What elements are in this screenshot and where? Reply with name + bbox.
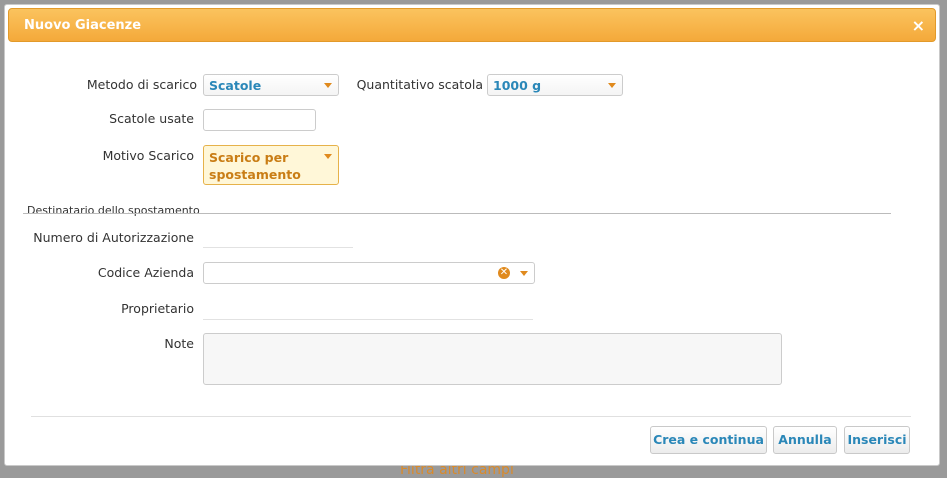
motivo-scarico-label: Motivo Scarico bbox=[102, 148, 194, 163]
scatole-usate-input[interactable] bbox=[203, 109, 316, 131]
note-label: Note bbox=[164, 336, 194, 351]
chevron-down-icon bbox=[324, 83, 332, 88]
metodo-scarico-select[interactable]: Scatole bbox=[203, 74, 339, 96]
chevron-down-icon bbox=[608, 83, 616, 88]
dialog-titlebar: Nuovo Giacenze × bbox=[8, 8, 936, 42]
numero-autorizzazione-field bbox=[203, 247, 353, 248]
chevron-down-icon bbox=[520, 271, 528, 276]
close-icon[interactable]: × bbox=[912, 16, 925, 35]
quantitativo-scatola-label: Quantitativo scatola bbox=[356, 77, 483, 92]
motivo-scarico-value: Scarico per spostamento bbox=[209, 150, 301, 182]
section-divider bbox=[23, 213, 891, 214]
dialog-title: Nuovo Giacenze bbox=[24, 18, 142, 33]
codice-azienda-select[interactable]: ✕ bbox=[203, 262, 535, 284]
chevron-down-icon bbox=[324, 154, 332, 159]
scatole-usate-label: Scatole usate bbox=[109, 111, 194, 126]
note-textarea[interactable] bbox=[203, 333, 782, 385]
quantitativo-scatola-value: 1000 g bbox=[493, 78, 542, 93]
quantitativo-scatola-select[interactable]: 1000 g bbox=[487, 74, 623, 96]
proprietario-label: Proprietario bbox=[121, 301, 194, 316]
annulla-button[interactable]: Annulla bbox=[773, 426, 837, 454]
footer-divider bbox=[31, 416, 911, 417]
metodo-scarico-label: Metodo di scarico bbox=[86, 77, 197, 92]
proprietario-field bbox=[203, 319, 533, 320]
clear-icon[interactable]: ✕ bbox=[498, 267, 510, 279]
metodo-scarico-value: Scatole bbox=[209, 78, 262, 93]
section-title: Destinatario dello spostamento bbox=[27, 204, 200, 217]
new-giacenze-dialog: Nuovo Giacenze × Metodo di scarico Scato… bbox=[4, 4, 940, 466]
inserisci-button[interactable]: Inserisci bbox=[844, 426, 910, 454]
crea-e-continua-button[interactable]: Crea e continua bbox=[650, 426, 767, 454]
motivo-scarico-select[interactable]: Scarico per spostamento bbox=[203, 145, 339, 185]
numero-autorizzazione-label: Numero di Autorizzazione bbox=[33, 230, 194, 245]
codice-azienda-label: Codice Azienda bbox=[97, 265, 194, 280]
